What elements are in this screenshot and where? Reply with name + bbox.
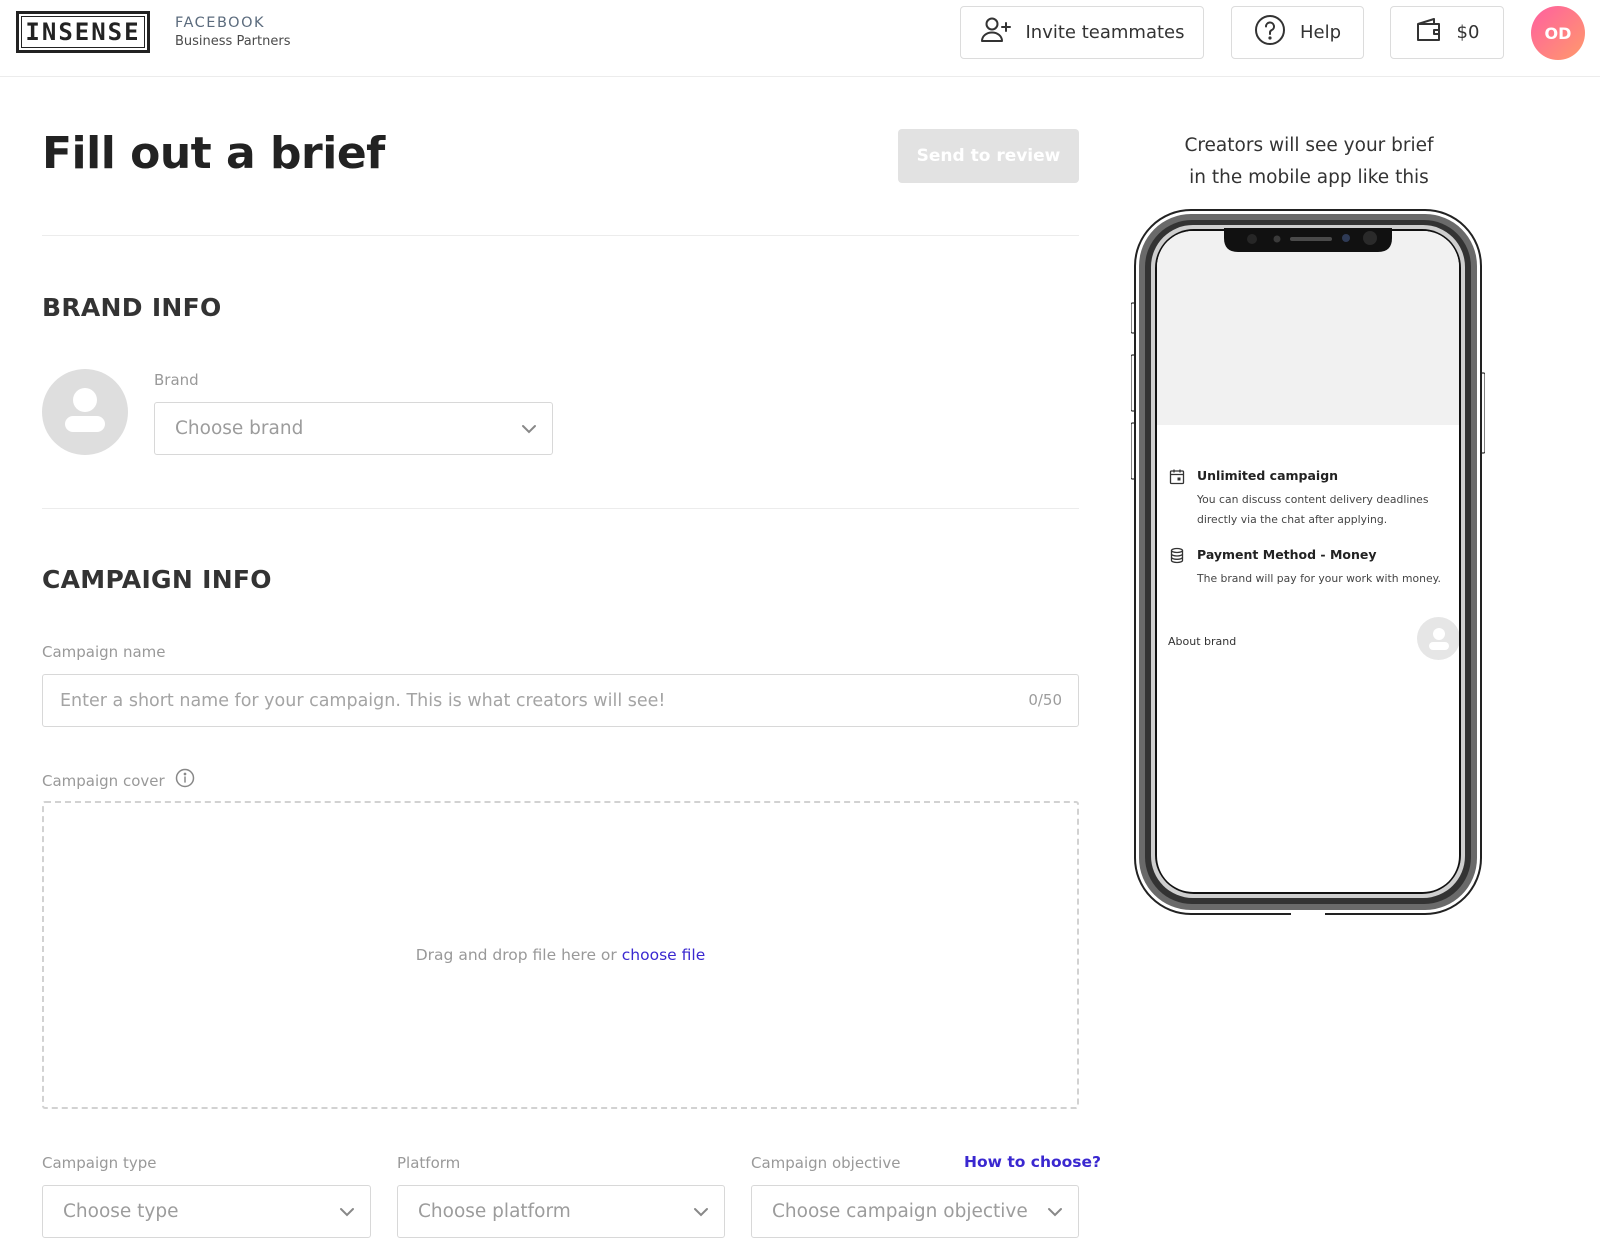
top-header: INSENSE FACEBOOK Business Partners Invit… [0,0,1600,77]
campaign-type-value: Choose type [63,1201,179,1222]
insense-logo[interactable]: INSENSE [16,11,150,53]
info-icon[interactable] [175,768,195,792]
campaign-name-label: Campaign name [42,643,166,661]
brand-select[interactable]: Choose brand [154,402,553,455]
choose-file-link[interactable]: choose file [622,946,705,964]
campaign-name-input[interactable]: Enter a short name for your campaign. Th… [42,674,1079,727]
invite-teammates-label: Invite teammates [1025,22,1185,43]
campaign-objective-value: Choose campaign objective [772,1201,1028,1222]
facebook-partner-badge: FACEBOOK Business Partners [175,14,290,51]
send-to-review-button[interactable]: Send to review [898,129,1079,183]
help-label: Help [1299,22,1342,43]
campaign-objective-select[interactable]: Choose campaign objective [751,1185,1079,1238]
chevron-down-icon [338,1203,356,1226]
brand-avatar[interactable] [42,369,128,455]
chevron-down-icon [520,420,538,443]
chevron-down-icon [1046,1203,1064,1226]
wallet-icon [1415,17,1443,48]
help-button[interactable]: Help [1231,6,1364,59]
cover-dropzone[interactable]: Drag and drop file here or choose file [42,801,1079,1109]
campaign-info-heading: CAMPAIGN INFO [42,565,272,594]
campaign-cover-label: Campaign cover [42,772,165,790]
partner-line-1: FACEBOOK [175,15,265,31]
page-title: Fill out a brief [42,128,385,179]
platform-select[interactable]: Choose platform [397,1185,725,1238]
brand-select-value: Choose brand [175,418,304,439]
add-user-icon [980,16,1012,49]
phone-preview: Unlimited campaign You can discuss conte… [1131,208,1485,916]
platform-label: Platform [397,1154,461,1172]
brand-label: Brand [154,371,199,389]
campaign-objective-label: Campaign objective [751,1154,901,1172]
how-to-choose-link[interactable]: How to choose? [964,1153,1101,1171]
phone-notch [1224,228,1392,252]
campaign-type-label: Campaign type [42,1154,157,1172]
user-placeholder-icon [63,386,107,438]
preview-caption-line-1: Creators will see your brief [1184,135,1434,156]
dropzone-text: Drag and drop file here or [415,946,617,964]
chevron-down-icon [692,1203,710,1226]
brand-info-heading: BRAND INFO [42,293,222,322]
character-counter: 0/50 [1028,691,1062,709]
help-circle-icon [1254,14,1286,51]
user-avatar[interactable]: OD [1531,6,1585,60]
campaign-cover-label-row: Campaign cover [42,768,195,792]
balance-button[interactable]: $0 [1390,6,1504,59]
campaign-name-placeholder: Enter a short name for your campaign. Th… [60,690,666,711]
invite-teammates-button[interactable]: Invite teammates [960,6,1204,59]
preview-caption-line-2: in the mobile app like this [1189,167,1429,188]
preview-caption: Creators will see your brief in the mobi… [1134,130,1484,194]
partner-line-2: Business Partners [175,34,291,49]
divider [42,508,1079,509]
divider [42,235,1079,236]
balance-value: $0 [1456,22,1480,43]
platform-value: Choose platform [418,1201,571,1222]
campaign-type-select[interactable]: Choose type [42,1185,371,1238]
